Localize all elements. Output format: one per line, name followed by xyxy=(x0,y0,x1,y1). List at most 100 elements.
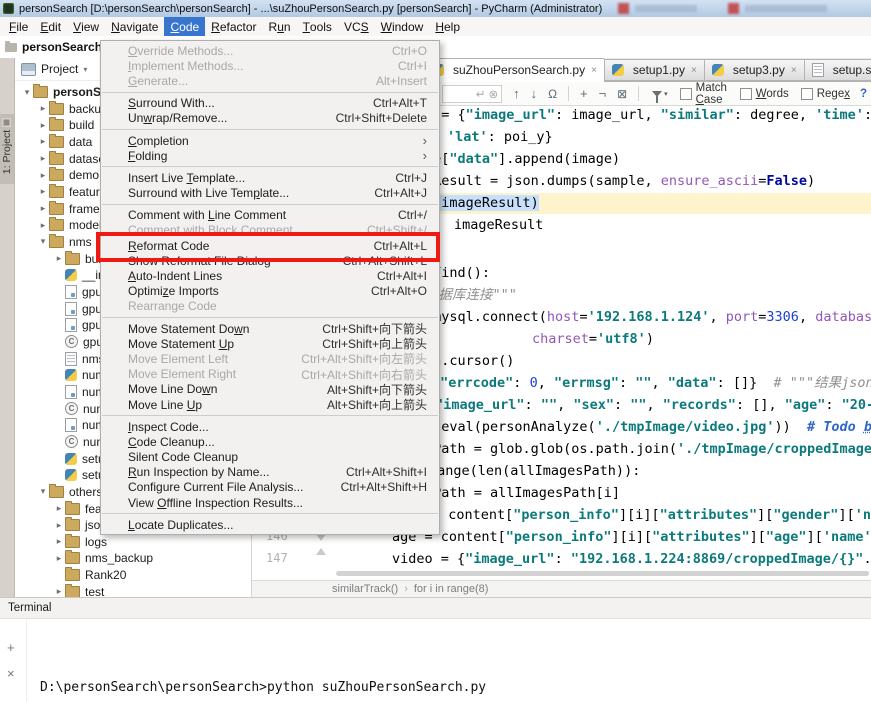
menu-window[interactable]: Window xyxy=(375,17,430,36)
menu-item-configure-current-file-analysis[interactable]: Configure Current File Analysis...Ctrl+A… xyxy=(101,480,439,495)
python-file-icon xyxy=(612,64,624,76)
menu-help[interactable]: Help xyxy=(429,17,466,36)
help-icon[interactable]: ? xyxy=(860,88,867,100)
find-option-words[interactable]: Words xyxy=(740,88,789,100)
expand-chevron-icon[interactable]: ▸ xyxy=(53,536,65,547)
expand-chevron-icon[interactable]: ▸ xyxy=(53,520,65,531)
tab-setup3-py[interactable]: setup3.py× xyxy=(704,59,804,81)
expand-chevron-icon[interactable]: ▸ xyxy=(37,203,49,214)
previous-occurrence-icon[interactable]: ↑ xyxy=(513,87,520,100)
close-tab-icon[interactable]: × xyxy=(691,65,697,76)
menu-item-move-element-left[interactable]: Move Element LeftCtrl+Alt+Shift+向左箭头 xyxy=(101,351,439,366)
menu-item-run-inspection-by-name[interactable]: Run Inspection by Name...Ctrl+Alt+Shift+… xyxy=(101,465,439,480)
tab-setup1-py[interactable]: setup1.py× xyxy=(604,59,704,81)
menu-item-inspect-code[interactable]: Inspect Code... xyxy=(101,419,439,434)
add-selection-icon[interactable]: + xyxy=(580,87,588,100)
chevron-down-icon[interactable]: ▾ xyxy=(83,65,87,74)
tree-item-test[interactable]: ▸test xyxy=(15,584,251,597)
menu-item-label: Auto-Indent Lines xyxy=(128,269,222,283)
expand-chevron-icon[interactable]: ▸ xyxy=(37,136,49,147)
menu-item-unwrap-remove[interactable]: Unwrap/Remove...Ctrl+Shift+Delete xyxy=(101,111,439,126)
menu-item-rearrange-code[interactable]: Rearrange Code xyxy=(101,299,439,314)
menu-item-auto-indent-lines[interactable]: Auto-Indent LinesCtrl+Alt+I xyxy=(101,268,439,283)
menu-run[interactable]: Run xyxy=(263,17,297,36)
menu-separator xyxy=(102,92,438,93)
menu-view[interactable]: View xyxy=(67,17,105,36)
menu-item-view-offline-inspection-results[interactable]: View Offline Inspection Results... xyxy=(101,495,439,510)
expand-chevron-icon[interactable]: ▸ xyxy=(53,253,65,264)
find-input[interactable]: ↵ ⊗ xyxy=(442,85,502,103)
project-tool-tab[interactable]: 1: Project xyxy=(1,125,13,179)
next-occurrence-icon[interactable]: ↓ xyxy=(531,87,538,100)
collapse-chevron-icon[interactable]: ▾ xyxy=(37,236,49,247)
breadcrumb-scope[interactable]: for i in range(8) xyxy=(414,583,489,595)
tab-setup-sh[interactable]: setup.sh× xyxy=(804,59,871,81)
breadcrumb-method[interactable]: similarTrack() xyxy=(332,583,398,595)
close-tab-icon[interactable]: × xyxy=(591,65,597,76)
expand-chevron-icon[interactable]: ▸ xyxy=(37,170,49,181)
select-all-occurrences-icon[interactable]: ⊠ xyxy=(617,88,627,100)
menu-item-surround-with[interactable]: Surround With...Ctrl+Alt+T xyxy=(101,96,439,111)
code-line: {"errcode": 0, "errmsg": "", "data": []}… xyxy=(432,375,871,392)
close-tab-icon[interactable]: × xyxy=(791,65,797,76)
expand-chevron-icon[interactable]: ▸ xyxy=(37,186,49,197)
checkbox-icon[interactable] xyxy=(801,88,813,100)
menu-item-override-methods[interactable]: Override Methods...Ctrl+O xyxy=(101,43,439,58)
menu-item-implement-methods[interactable]: Implement Methods...Ctrl+I xyxy=(101,58,439,73)
folder-icon xyxy=(49,119,64,131)
menu-item-folding[interactable]: Folding› xyxy=(101,148,439,163)
expand-chevron-icon[interactable]: ▸ xyxy=(37,103,49,114)
menu-item-move-line-down[interactable]: Move Line DownAlt+Shift+向下箭头 xyxy=(101,382,439,397)
expand-chevron-icon[interactable]: ▸ xyxy=(37,120,49,131)
expand-chevron-icon[interactable]: ▸ xyxy=(37,220,49,231)
menu-tools[interactable]: Tools xyxy=(297,17,338,36)
terminal-header[interactable]: Terminal xyxy=(0,597,871,619)
menu-item-label: Generate... xyxy=(128,74,188,88)
expand-chevron-icon[interactable]: ▸ xyxy=(53,503,65,514)
expand-chevron-icon[interactable]: ▸ xyxy=(53,553,65,564)
menu-item-code-cleanup[interactable]: Code Cleanup... xyxy=(101,434,439,449)
menu-item-move-statement-down[interactable]: Move Statement DownCtrl+Shift+向下箭头 xyxy=(101,321,439,336)
checkbox-icon[interactable] xyxy=(740,88,752,100)
line-number: 147 xyxy=(266,551,288,565)
menu-item-move-line-up[interactable]: Move Line UpAlt+Shift+向上箭头 xyxy=(101,397,439,412)
tree-item-logs[interactable]: ▸logs xyxy=(15,534,251,550)
expand-chevron-icon[interactable]: ▸ xyxy=(53,586,65,597)
close-session-icon[interactable]: × xyxy=(7,667,15,680)
menu-item-completion[interactable]: Completion› xyxy=(101,133,439,148)
search-history-icon[interactable]: Ω xyxy=(548,88,557,100)
collapse-chevron-icon[interactable]: ▾ xyxy=(37,486,49,497)
menu-vcs[interactable]: VCS xyxy=(338,17,375,36)
menu-item-optimize-imports[interactable]: Optimize ImportsCtrl+Alt+O xyxy=(101,284,439,299)
filter-icon[interactable] xyxy=(652,91,662,97)
menu-item-locate-duplicates[interactable]: Locate Duplicates... xyxy=(101,517,439,532)
tree-item-nms-backup[interactable]: ▸nms_backup xyxy=(15,550,251,566)
terminal-body[interactable]: + × D:\personSearch\personSearch>python … xyxy=(0,619,871,702)
menu-item-shortcut: Ctrl+I xyxy=(398,59,427,73)
menu-edit[interactable]: Edit xyxy=(34,17,67,36)
menu-code[interactable]: Code xyxy=(164,17,205,36)
menu-refactor[interactable]: Refactor xyxy=(205,17,262,36)
find-option-match-case[interactable]: Match Case xyxy=(680,82,728,106)
checkbox-icon[interactable] xyxy=(680,88,692,100)
new-session-icon[interactable]: + xyxy=(7,641,15,654)
tree-item-rank20[interactable]: Rank20 xyxy=(15,567,251,583)
menu-item-silent-code-cleanup[interactable]: Silent Code Cleanup xyxy=(101,450,439,465)
find-option-regex[interactable]: Regex xyxy=(801,88,850,100)
expand-chevron-icon[interactable]: ▸ xyxy=(37,153,49,164)
menu-item-insert-live-template[interactable]: Insert Live Template...Ctrl+J xyxy=(101,170,439,185)
folder-icon xyxy=(49,186,64,198)
clear-search-icon[interactable]: ⊗ xyxy=(489,87,499,101)
menu-item-move-element-right[interactable]: Move Element RightCtrl+Alt+Shift+向右箭头 xyxy=(101,367,439,382)
menu-file[interactable]: File xyxy=(3,17,34,36)
menu-item-generate[interactable]: Generate...Alt+Insert xyxy=(101,73,439,88)
menu-navigate[interactable]: Navigate xyxy=(105,17,164,36)
horizontal-scrollbar[interactable] xyxy=(336,571,869,576)
menu-item-move-statement-up[interactable]: Move Statement UpCtrl+Shift+向上箭头 xyxy=(101,336,439,351)
breadcrumb-project[interactable]: personSearch xyxy=(22,40,102,54)
remove-selection-icon[interactable]: ¬ xyxy=(599,87,607,100)
tab-suzhoupersonsearch-py[interactable]: suZhouPersonSearch.py× xyxy=(424,58,604,82)
menu-item-comment-with-line-comment[interactable]: Comment with Line CommentCtrl+/ xyxy=(101,208,439,223)
collapse-chevron-icon[interactable]: ▾ xyxy=(21,87,33,98)
menu-item-surround-with-live-template[interactable]: Surround with Live Template...Ctrl+Alt+J xyxy=(101,186,439,201)
